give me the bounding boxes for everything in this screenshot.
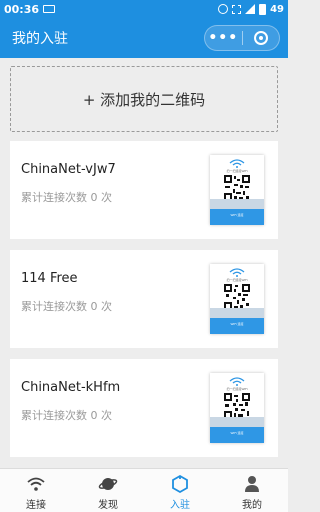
- tab-mine[interactable]: 我的: [216, 469, 288, 512]
- wifi-icon: [229, 377, 245, 386]
- network-card[interactable]: ChinaNet-kHfm 累计连接次数 0 次 扫一扫连接WiFi WiFi …: [10, 359, 278, 457]
- close-button[interactable]: [242, 31, 279, 45]
- alarm-icon: [218, 4, 229, 14]
- status-time: 00:36: [4, 2, 40, 16]
- connection-count: 累计连接次数 0 次: [21, 191, 112, 204]
- qr-code-icon: [224, 393, 250, 419]
- network-name: ChinaNet-vJw7: [21, 162, 116, 177]
- signal-icon: [245, 4, 256, 14]
- user-icon: [245, 476, 259, 492]
- tab-label: 入驻: [170, 500, 190, 511]
- qr-code-icon: [224, 175, 250, 201]
- status-bar: 00:36 49: [0, 0, 288, 18]
- tab-discover[interactable]: 发现: [72, 469, 144, 512]
- qr-banner-image: [210, 199, 264, 209]
- tab-label: 连接: [26, 500, 46, 511]
- qr-hint: 扫一扫连接WiFi: [226, 387, 248, 391]
- wifi-icon: [229, 159, 245, 168]
- network-name: 114 Free: [21, 271, 78, 286]
- title-bar: 我的入驻 •••: [0, 18, 288, 58]
- wifi-icon: [27, 477, 45, 491]
- network-icon: [232, 4, 242, 14]
- qr-banner-image: [210, 417, 264, 427]
- tab-label: 发现: [98, 500, 118, 511]
- battery-icon: [259, 3, 267, 15]
- connection-count: 累计连接次数 0 次: [21, 300, 112, 313]
- network-card[interactable]: 114 Free 累计连接次数 0 次 扫一扫连接WiFi WiFi 连接: [10, 250, 278, 348]
- home-icon: [172, 474, 188, 494]
- qr-banner-image: [210, 308, 264, 318]
- qr-hint: 扫一扫连接WiFi: [226, 278, 248, 282]
- add-qrcode-button[interactable]: + 添加我的二维码: [10, 66, 278, 132]
- tab-connect[interactable]: 连接: [0, 469, 72, 512]
- qr-poster[interactable]: 扫一扫连接WiFi WiFi 连接: [210, 155, 264, 225]
- planet-icon: [98, 478, 118, 490]
- target-icon: [253, 31, 268, 45]
- qr-footer: WiFi 连接: [210, 427, 264, 443]
- battery-level: 49: [270, 3, 284, 15]
- wifi-icon: [229, 268, 245, 277]
- tab-bar: 连接 发现 入驻 我的: [0, 468, 288, 512]
- mail-icon: [43, 5, 56, 13]
- qr-code-icon: [224, 284, 250, 310]
- miniprogram-capsule: •••: [204, 25, 280, 51]
- more-button[interactable]: •••: [205, 31, 242, 45]
- qr-poster[interactable]: 扫一扫连接WiFi WiFi 连接: [210, 264, 264, 334]
- qr-footer: WiFi 连接: [210, 318, 264, 334]
- status-icons: 49: [218, 3, 284, 15]
- network-name: ChinaNet-kHfm: [21, 380, 121, 395]
- network-card[interactable]: ChinaNet-vJw7 累计连接次数 0 次 扫一扫连接WiFi WiFi …: [10, 141, 278, 239]
- connection-count: 累计连接次数 0 次: [21, 409, 112, 422]
- tab-settle[interactable]: 入驻: [144, 469, 216, 512]
- tab-label: 我的: [242, 500, 262, 511]
- page-title: 我的入驻: [12, 31, 68, 47]
- qr-poster[interactable]: 扫一扫连接WiFi WiFi 连接: [210, 373, 264, 443]
- qr-footer: WiFi 连接: [210, 209, 264, 225]
- qr-hint: 扫一扫连接WiFi: [226, 169, 248, 173]
